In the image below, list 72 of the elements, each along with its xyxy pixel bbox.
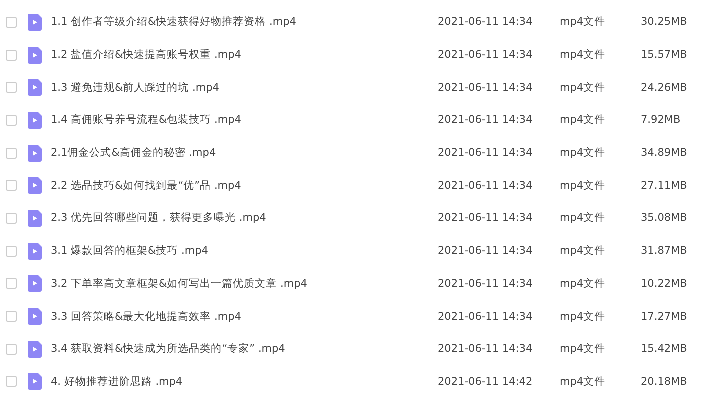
file-name[interactable]: 3.3 回答策略&最大化地提高效率 .mp4 [51,310,438,324]
checkbox[interactable] [6,148,17,159]
checkbox[interactable] [6,82,17,94]
file-name[interactable]: 2.3 优先回答哪些问题，获得更多曝光 .mp4 [51,211,438,226]
file-name[interactable]: 1.4 高佣账号养号流程&包装技巧 .mp4 [51,113,438,128]
file-size: 17.27MB [641,310,688,323]
video-file-icon [28,112,42,129]
file-type: mp4文件 [560,211,607,226]
modified-date: 2021-06-11 14:34 [438,245,534,258]
modified-date: 2021-06-11 14:34 [438,343,534,356]
file-size: 35.08MB [641,212,688,224]
modified-date: 2021-06-11 14:34 [438,114,534,126]
file-name[interactable]: 2.2 选品技巧&如何找到最“优”品 .mp4 [51,178,438,193]
modified-date: 2021-06-11 14:34 [438,180,534,192]
file-size: 27.11MB [641,180,688,192]
video-file-icon [28,177,42,194]
checkbox[interactable] [6,50,17,61]
file-size: 20.18MB [641,376,688,388]
modified-date: 2021-06-11 14:34 [438,16,534,28]
file-name[interactable]: 3.2 下单率高文章框架&如何写出一篇优质文章 .mp4 [51,276,438,291]
video-file-icon [28,79,42,96]
video-file-icon [28,46,42,64]
file-size: 15.57MB [641,49,688,62]
checkbox[interactable] [6,16,17,28]
modified-date: 2021-06-11 14:34 [438,278,534,290]
file-name[interactable]: 2.1佣金公式&高佣金的秘密 .mp4 [51,146,438,160]
checkbox[interactable] [6,376,17,388]
file-type: mp4文件 [560,310,607,324]
file-type: mp4文件 [560,15,607,30]
file-size: 24.26MB [641,82,688,94]
file-name[interactable]: 4. 好物推荐进阶思路 .mp4 [51,374,438,389]
file-size: 7.92MB [641,114,682,126]
modified-date: 2021-06-11 14:34 [438,82,534,94]
video-file-icon [28,144,42,162]
file-name[interactable]: 3.1 爆款回答的框架&技巧 .mp4 [51,244,438,258]
video-file-icon [28,308,42,326]
checkbox[interactable] [6,180,17,192]
modified-date: 2021-06-11 14:42 [438,376,534,388]
file-type: mp4文件 [560,276,607,291]
file-type: mp4文件 [560,80,607,95]
file-size: 30.25MB [641,16,688,28]
modified-date: 2021-06-11 14:34 [438,212,534,224]
video-file-icon [28,373,42,390]
file-type: mp4文件 [560,374,607,389]
file-name[interactable]: 3.4 获取资料&快速成为所选品类的“专家” .mp4 [51,342,438,356]
file-name[interactable]: 1.1 创作者等级介绍&快速获得好物推荐资格 .mp4 [51,15,438,30]
file-size: 10.22MB [641,278,688,290]
file-type: mp4文件 [560,113,607,128]
checkbox[interactable] [6,114,17,126]
video-file-icon [28,340,42,358]
file-name[interactable]: 1.3 避免违规&前人踩过的坑 .mp4 [51,80,438,95]
checkbox[interactable] [6,344,17,355]
file-type: mp4文件 [560,146,607,160]
file-size: 34.89MB [641,147,688,160]
modified-date: 2021-06-11 14:34 [438,310,534,323]
checkbox[interactable] [6,246,17,257]
file-name[interactable]: 1.2 盐值介绍&快速提高账号权重 .mp4 [51,48,438,62]
file-size: 15.42MB [641,343,688,356]
modified-date: 2021-06-11 14:34 [438,147,534,160]
checkbox[interactable] [6,311,17,322]
modified-date: 2021-06-11 14:34 [438,49,534,62]
checkbox[interactable] [6,278,17,290]
file-type: mp4文件 [560,244,607,258]
video-file-icon [28,14,42,31]
video-file-icon [28,210,42,227]
file-type: mp4文件 [560,178,607,193]
file-size: 31.87MB [641,245,688,258]
video-file-icon [28,275,42,292]
video-file-icon [28,242,42,260]
file-type: mp4文件 [560,342,607,356]
file-type: mp4文件 [560,48,607,62]
checkbox[interactable] [6,212,17,224]
